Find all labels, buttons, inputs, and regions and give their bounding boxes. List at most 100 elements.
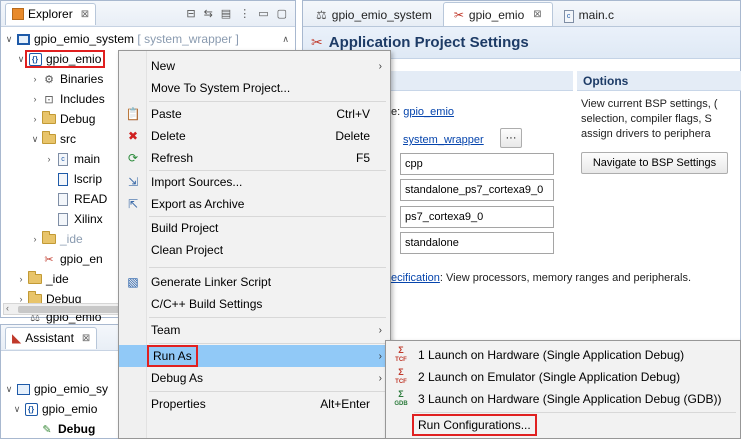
close-icon[interactable]: ⊠ bbox=[82, 333, 90, 344]
menu-item-export-archive[interactable]: ⇱ Export as Archive bbox=[119, 193, 390, 215]
link-with-editor-icon[interactable]: ⇆ bbox=[204, 7, 213, 20]
expand-icon[interactable]: ∨ bbox=[15, 54, 27, 65]
tcf-launch-icon: Σ TCF bbox=[395, 345, 407, 364]
menu-separator bbox=[414, 412, 736, 413]
page-title: Application Project Settings bbox=[328, 34, 529, 51]
submenu-arrow-icon: › bbox=[378, 324, 382, 336]
menu-item-clean-project[interactable]: Clean Project bbox=[119, 239, 390, 261]
menu-item-accelerator: Alt+Enter bbox=[320, 397, 370, 411]
menu-separator bbox=[149, 391, 386, 392]
menu-item-new[interactable]: New › bbox=[119, 55, 390, 77]
close-icon[interactable]: ⊠ bbox=[81, 9, 89, 20]
editor-tab-label: main.c bbox=[578, 7, 614, 22]
menu-item-label: Debug As bbox=[151, 371, 204, 385]
explorer-toolbar: ⊟ ⇆ ▤ ⋮ ▭ ▢ bbox=[186, 7, 295, 20]
hardware-spec-link[interactable]: ecification bbox=[391, 272, 440, 284]
expand-icon[interactable]: › bbox=[29, 74, 41, 84]
options-line: View current BSP settings, ( bbox=[581, 98, 718, 110]
editor-tab-label: gpio_emio bbox=[468, 7, 525, 22]
options-header-label: Options bbox=[583, 73, 629, 88]
submenu-arrow-icon: › bbox=[378, 350, 382, 362]
filter-icon[interactable]: ▤ bbox=[221, 7, 231, 20]
expand-icon[interactable]: › bbox=[29, 114, 41, 124]
menu-item-label: Build Project bbox=[151, 221, 219, 235]
browse-platform-button[interactable]: ··· bbox=[500, 128, 522, 148]
scroll-left-icon[interactable]: ‹ bbox=[6, 303, 9, 313]
menu-item-accelerator: Delete bbox=[335, 129, 370, 143]
minimize-icon[interactable]: ▭ bbox=[258, 7, 268, 20]
menu-item-move-to-system[interactable]: Move To System Project... bbox=[119, 77, 390, 99]
editor-tabbar: ⚖ gpio_emio_system ✂ gpio_emio ⊠ c main.… bbox=[303, 1, 740, 27]
menu-item-build-project[interactable]: Build Project bbox=[119, 217, 390, 239]
expand-icon[interactable]: › bbox=[29, 94, 41, 104]
menu-item-launch-hardware[interactable]: Σ TCF 1 Launch on Hardware (Single Applic… bbox=[386, 344, 740, 366]
expand-icon[interactable]: ∨ bbox=[3, 384, 15, 395]
menu-item-accelerator: F5 bbox=[355, 151, 370, 165]
menu-item-label: Clean Project bbox=[151, 243, 224, 257]
tree-item-label: READ bbox=[74, 192, 108, 206]
folder-icon bbox=[41, 131, 57, 146]
tree-item-label: gpio_emio bbox=[42, 402, 98, 416]
os-field[interactable]: standalone bbox=[400, 232, 554, 254]
scroll-up-icon[interactable]: ∧ bbox=[282, 34, 289, 45]
expand-icon[interactable]: › bbox=[29, 234, 41, 244]
expand-icon[interactable]: › bbox=[43, 154, 55, 164]
expand-icon[interactable]: ∨ bbox=[11, 404, 23, 415]
editor-tab-active[interactable]: ✂ gpio_emio ⊠ bbox=[442, 2, 553, 26]
view-menu-icon[interactable]: ⋮ bbox=[239, 7, 250, 20]
runtime-field[interactable]: cpp bbox=[400, 153, 554, 175]
menu-item-run-as[interactable]: Run As › bbox=[119, 345, 390, 367]
options-description: View current BSP settings, ( selection, … bbox=[581, 97, 718, 142]
menu-item-label: Import Sources... bbox=[151, 175, 243, 189]
platform-link[interactable]: system_wrapper bbox=[403, 134, 484, 146]
tree-item-label: main bbox=[74, 152, 101, 166]
menu-item-label: Run Configurations... bbox=[412, 414, 537, 436]
expand-icon[interactable]: ∨ bbox=[29, 134, 41, 145]
submenu-arrow-icon: › bbox=[378, 60, 382, 72]
menu-item-label: Team bbox=[151, 323, 181, 337]
expand-icon[interactable]: ∨ bbox=[3, 34, 15, 45]
menu-item-build-settings[interactable]: C/C++ Build Settings bbox=[119, 293, 390, 315]
editor-tab[interactable]: c main.c bbox=[553, 2, 625, 26]
menu-item-label: Paste bbox=[151, 107, 182, 121]
tree-item-label: src bbox=[60, 132, 76, 146]
tree-item-label: Debug bbox=[60, 112, 96, 126]
explorer-tab-label: Explorer bbox=[28, 7, 73, 21]
includes-icon: ⊡ bbox=[44, 93, 54, 106]
collapse-all-icon[interactable]: ⊟ bbox=[186, 7, 195, 20]
menu-item-delete[interactable]: ✖ Delete Delete bbox=[119, 125, 390, 147]
menu-item-label: Delete bbox=[151, 129, 186, 143]
menu-separator bbox=[149, 101, 386, 102]
navigate-to-bsp-button[interactable]: Navigate to BSP Settings bbox=[581, 152, 728, 174]
close-icon[interactable]: ⊠ bbox=[533, 9, 541, 20]
tree-item-label: gpio_emio_sy bbox=[34, 382, 109, 396]
menu-item-launch-emulator[interactable]: Σ TCF 2 Launch on Emulator (Single Applic… bbox=[386, 366, 740, 388]
menu-item-paste[interactable]: 📋 Paste Ctrl+V bbox=[119, 103, 390, 125]
run-as-submenu: Σ TCF 1 Launch on Hardware (Single Applic… bbox=[385, 340, 741, 439]
menu-item-run-configurations[interactable]: Run Configurations... bbox=[386, 414, 740, 436]
maximize-icon[interactable]: ▢ bbox=[277, 7, 287, 20]
menu-item-label: Export as Archive bbox=[151, 197, 245, 211]
editor-tab[interactable]: ⚖ gpio_emio_system bbox=[305, 2, 443, 26]
tree-item-system-project[interactable]: ∨ gpio_emio_system [ system_wrapper ] ∧ bbox=[1, 29, 295, 49]
expand-icon[interactable]: › bbox=[15, 274, 27, 284]
menu-item-label: C/C++ Build Settings bbox=[151, 297, 263, 311]
explorer-tab[interactable]: Explorer ⊠ bbox=[5, 2, 97, 25]
menu-item-refresh[interactable]: ⟳ Refresh F5 bbox=[119, 147, 390, 169]
menu-item-import-sources[interactable]: ⇲ Import Sources... bbox=[119, 171, 390, 193]
processor-field[interactable]: ps7_cortexa9_0 bbox=[400, 206, 554, 228]
menu-item-team[interactable]: Team › bbox=[119, 319, 390, 341]
assistant-tab[interactable]: ◣ Assistant ⊠ bbox=[5, 326, 98, 349]
export-icon: ⇱ bbox=[127, 197, 139, 211]
tcf-launch-icon: Σ TCF bbox=[395, 367, 407, 386]
menu-item-launch-hardware-gdb[interactable]: Σ GDB 3 Launch on Hardware (Single Applic… bbox=[386, 388, 740, 410]
domain-field[interactable]: standalone_ps7_cortexa9_0 bbox=[400, 179, 554, 201]
text-file-icon bbox=[55, 212, 71, 226]
menu-item-label: 1 Launch on Hardware (Single Application… bbox=[418, 348, 685, 362]
linker-script-icon bbox=[55, 172, 71, 186]
app-name-link[interactable]: gpio_emio bbox=[403, 106, 454, 118]
tree-item-label: gpio_emio_system bbox=[34, 32, 135, 46]
menu-item-debug-as[interactable]: Debug As › bbox=[119, 367, 390, 389]
menu-item-generate-linker-script[interactable]: ▧ Generate Linker Script bbox=[119, 271, 390, 293]
menu-item-properties[interactable]: Properties Alt+Enter bbox=[119, 393, 390, 415]
